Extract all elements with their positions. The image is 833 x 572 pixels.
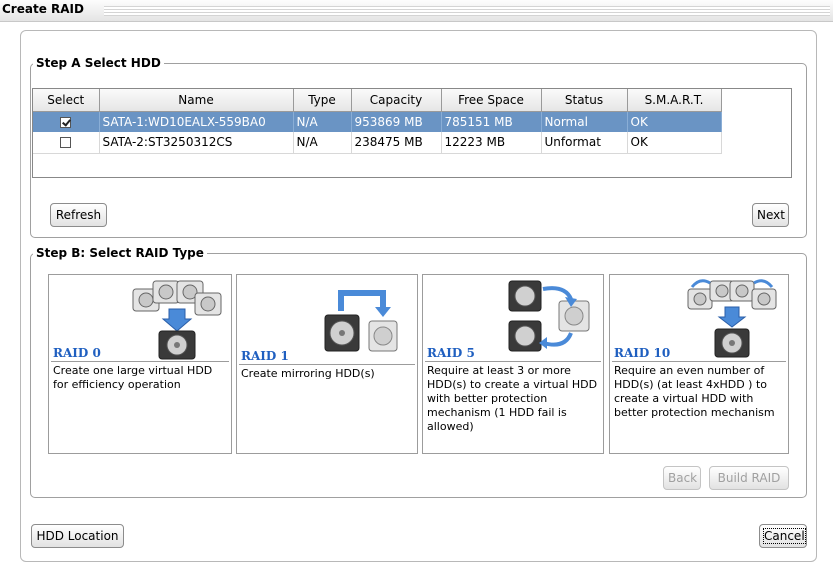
hdd-status: Unformat — [541, 132, 628, 154]
build-raid-label: Build RAID — [717, 471, 781, 485]
raid0-card[interactable]: RAID 0 Create one large virtual HDD for … — [48, 274, 232, 454]
raid10-card[interactable]: RAID 10 Require an even number of HDD(s)… — [609, 274, 789, 454]
column-header-name[interactable]: Name — [99, 89, 294, 112]
hdd-type: N/A — [293, 111, 352, 132]
refresh-button[interactable]: Refresh — [50, 203, 107, 227]
cancel-button[interactable]: Cancel — [759, 524, 807, 548]
raid5-disks-icon — [508, 280, 590, 352]
column-header-capacity[interactable]: Capacity — [351, 89, 442, 112]
hdd-name: SATA-2:ST3250312CS — [99, 132, 294, 154]
hdd-type: N/A — [293, 132, 352, 154]
next-button[interactable]: Next — [752, 203, 789, 227]
raid10-divider — [612, 361, 786, 362]
column-header-select[interactable]: Select — [33, 89, 100, 112]
raid1-title: RAID 1 — [241, 349, 289, 363]
title-bar-grip — [104, 6, 830, 16]
hdd-capacity: 238475 MB — [351, 132, 442, 154]
raid0-disks-icon — [132, 280, 222, 360]
select-cell — [33, 132, 100, 154]
column-header-type[interactable]: Type — [293, 89, 352, 112]
hdd-location-button[interactable]: HDD Location — [31, 524, 124, 548]
raid0-description: Create one large virtual HDD for efficie… — [53, 364, 213, 391]
hdd-table-header: Select Name Type Capacity Free Space Sta… — [33, 89, 722, 112]
raid5-divider — [425, 361, 601, 362]
column-header-smart[interactable]: S.M.A.R.T. — [627, 89, 722, 112]
raid10-title: RAID 10 — [614, 346, 671, 360]
raid5-card[interactable]: RAID 5 Require at least 3 or more HDD(s)… — [422, 274, 604, 454]
raid5-description: Require at least 3 or more HDD(s) to cre… — [427, 364, 598, 433]
raid5-title: RAID 5 — [427, 346, 475, 360]
hdd-name: SATA-1:WD10EALX-559BA0 — [99, 111, 294, 132]
hdd-smart: OK — [627, 132, 722, 154]
table-row[interactable]: SATA-2:ST3250312CS N/A 238475 MB 12223 M… — [33, 132, 722, 154]
window-title: Create RAID — [2, 2, 84, 16]
hdd-location-label: HDD Location — [36, 529, 119, 543]
build-raid-button[interactable]: Build RAID — [709, 466, 789, 490]
hdd-table: Select Name Type Capacity Free Space Sta… — [32, 88, 792, 178]
raid1-description: Create mirroring HDD(s) — [241, 367, 375, 380]
raid10-disks-icon — [687, 279, 777, 358]
select-cell — [33, 111, 100, 132]
raid1-mirror-icon — [324, 290, 398, 352]
table-row[interactable]: SATA-1:WD10EALX-559BA0 N/A 953869 MB 785… — [33, 111, 722, 132]
hdd-free-space: 12223 MB — [441, 132, 542, 154]
back-label: Back — [668, 471, 698, 485]
step-a-legend: Step A Select HDD — [36, 56, 161, 70]
select-checkbox[interactable] — [60, 137, 72, 149]
select-checkbox[interactable] — [60, 116, 72, 128]
raid1-divider — [239, 364, 415, 365]
column-header-free-space[interactable]: Free Space — [441, 89, 542, 112]
refresh-label: Refresh — [55, 208, 102, 222]
column-header-status[interactable]: Status — [541, 89, 628, 112]
hdd-status: Normal — [541, 111, 628, 132]
cancel-label: Cancel — [763, 528, 806, 544]
raid0-title: RAID 0 — [53, 346, 101, 360]
back-button[interactable]: Back — [663, 466, 701, 490]
next-label: Next — [757, 208, 785, 222]
raid1-card[interactable]: RAID 1 Create mirroring HDD(s) — [236, 274, 418, 454]
title-bar: Create RAID — [0, 0, 833, 22]
raid0-divider — [51, 361, 229, 362]
raid10-description: Require an even number of HDD(s) (at lea… — [614, 364, 775, 419]
hdd-smart: OK — [627, 111, 722, 132]
step-b-legend: Step B: Select RAID Type — [36, 246, 204, 260]
hdd-capacity: 953869 MB — [351, 111, 442, 132]
hdd-free-space: 785151 MB — [441, 111, 542, 132]
